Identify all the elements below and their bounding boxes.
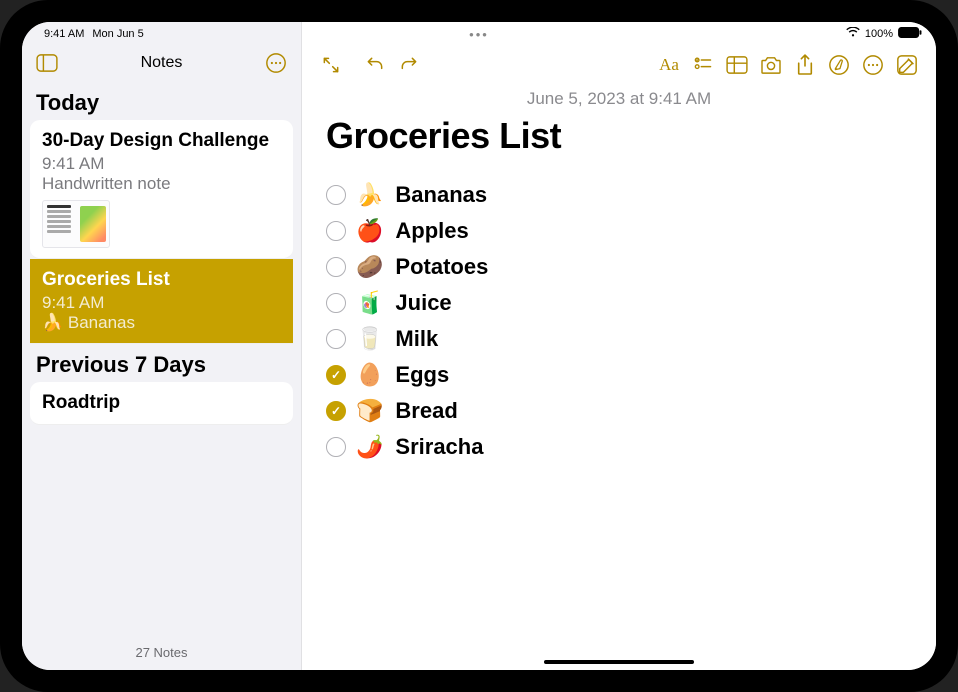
checklist-item[interactable]: 🍎 Apples: [326, 213, 912, 249]
redo-icon[interactable]: [394, 50, 424, 80]
status-time: 9:41 AM: [44, 28, 84, 40]
checkbox-icon[interactable]: [326, 401, 346, 421]
note-item-design-challenge[interactable]: 30-Day Design Challenge 9:41 AM Handwrit…: [30, 120, 293, 259]
checklist-item[interactable]: 🥔 Potatoes: [326, 249, 912, 285]
checklist-item[interactable]: 🥛 Milk: [326, 321, 912, 357]
checkbox-icon[interactable]: [326, 185, 346, 205]
table-icon[interactable]: [722, 50, 752, 80]
note-preview: 🍌 Bananas: [42, 313, 281, 333]
checkbox-icon[interactable]: [326, 257, 346, 277]
note-thumbnail: [42, 200, 110, 248]
checkbox-icon[interactable]: [326, 293, 346, 313]
note-time: 9:41 AM: [42, 293, 281, 313]
item-emoji: 🥔: [356, 254, 383, 280]
battery-icon: [898, 27, 922, 41]
item-emoji: 🍌: [356, 182, 383, 208]
ipad-frame: 9:41 AM Mon Jun 5 100% ••• Notes: [0, 0, 958, 692]
checklist-item[interactable]: 🥚 Eggs: [326, 357, 912, 393]
home-indicator[interactable]: [544, 660, 694, 664]
more-options-icon[interactable]: [263, 50, 289, 76]
item-label: Apples: [395, 218, 468, 244]
notes-count-footer: 27 Notes: [22, 637, 301, 670]
note-item-groceries[interactable]: Groceries List 9:41 AM 🍌 Bananas: [30, 259, 293, 344]
battery-percent: 100%: [865, 28, 893, 40]
app-pill-icon[interactable]: •••: [469, 27, 489, 42]
item-emoji: 🌶️: [356, 434, 383, 460]
item-label: Bread: [395, 398, 457, 424]
markup-icon[interactable]: [824, 50, 854, 80]
item-label: Bananas: [395, 182, 487, 208]
item-emoji: 🥚: [356, 362, 383, 388]
item-emoji: 🍞: [356, 398, 383, 424]
undo-icon[interactable]: [360, 50, 390, 80]
ipad-screen: 9:41 AM Mon Jun 5 100% ••• Notes: [22, 22, 936, 670]
item-label: Milk: [395, 326, 438, 352]
section-previous-7: Previous 7 Days: [30, 344, 293, 382]
item-emoji: 🥛: [356, 326, 383, 352]
sidebar: Notes Today 30-Day Design Challenge 9:41…: [22, 22, 302, 670]
checkbox-icon[interactable]: [326, 221, 346, 241]
compose-icon[interactable]: [892, 50, 922, 80]
note-preview: Handwritten note: [42, 174, 281, 194]
item-emoji: 🍎: [356, 218, 383, 244]
section-today: Today: [22, 82, 301, 120]
checkbox-icon[interactable]: [326, 329, 346, 349]
item-label: Sriracha: [395, 434, 483, 460]
sidebar-toggle-icon[interactable]: [34, 50, 60, 76]
note-title: 30-Day Design Challenge: [42, 130, 281, 152]
checklist-item[interactable]: 🍌 Bananas: [326, 177, 912, 213]
expand-icon[interactable]: [316, 50, 346, 80]
note-title: Groceries List: [42, 269, 281, 291]
item-label: Juice: [395, 290, 451, 316]
checklist: 🍌 Bananas 🍎 Apples 🥔 Potatoes 🧃 Juice 🥛 Milk 🥚 Eggs…: [326, 177, 912, 465]
note-item-roadtrip[interactable]: Roadtrip: [30, 382, 293, 425]
checkbox-icon[interactable]: [326, 437, 346, 457]
note-time: 9:41 AM: [42, 154, 281, 174]
notes-list[interactable]: 30-Day Design Challenge 9:41 AM Handwrit…: [22, 120, 301, 637]
note-body[interactable]: Groceries List 🍌 Bananas 🍎 Apples 🥔 Potatoes 🧃…: [302, 115, 936, 465]
checklist-item[interactable]: 🧃 Juice: [326, 285, 912, 321]
sidebar-title: Notes: [141, 54, 183, 72]
checklist-item[interactable]: 🌶️ Sriracha: [326, 429, 912, 465]
note-date: June 5, 2023 at 9:41 AM: [302, 86, 936, 115]
wifi-icon: [846, 27, 860, 41]
checkbox-icon[interactable]: [326, 365, 346, 385]
text-format-icon[interactable]: Aa: [654, 50, 684, 80]
status-date: Mon Jun 5: [92, 28, 143, 40]
share-icon[interactable]: [790, 50, 820, 80]
note-content-pane: Aa: [302, 22, 936, 670]
more-icon[interactable]: [858, 50, 888, 80]
checklist-item[interactable]: 🍞 Bread: [326, 393, 912, 429]
item-emoji: 🧃: [356, 290, 383, 316]
item-label: Potatoes: [395, 254, 488, 280]
note-heading: Groceries List: [326, 115, 912, 157]
camera-icon[interactable]: [756, 50, 786, 80]
checklist-icon[interactable]: [688, 50, 718, 80]
item-label: Eggs: [395, 362, 449, 388]
note-title: Roadtrip: [42, 392, 281, 414]
content-toolbar: Aa: [302, 46, 936, 86]
